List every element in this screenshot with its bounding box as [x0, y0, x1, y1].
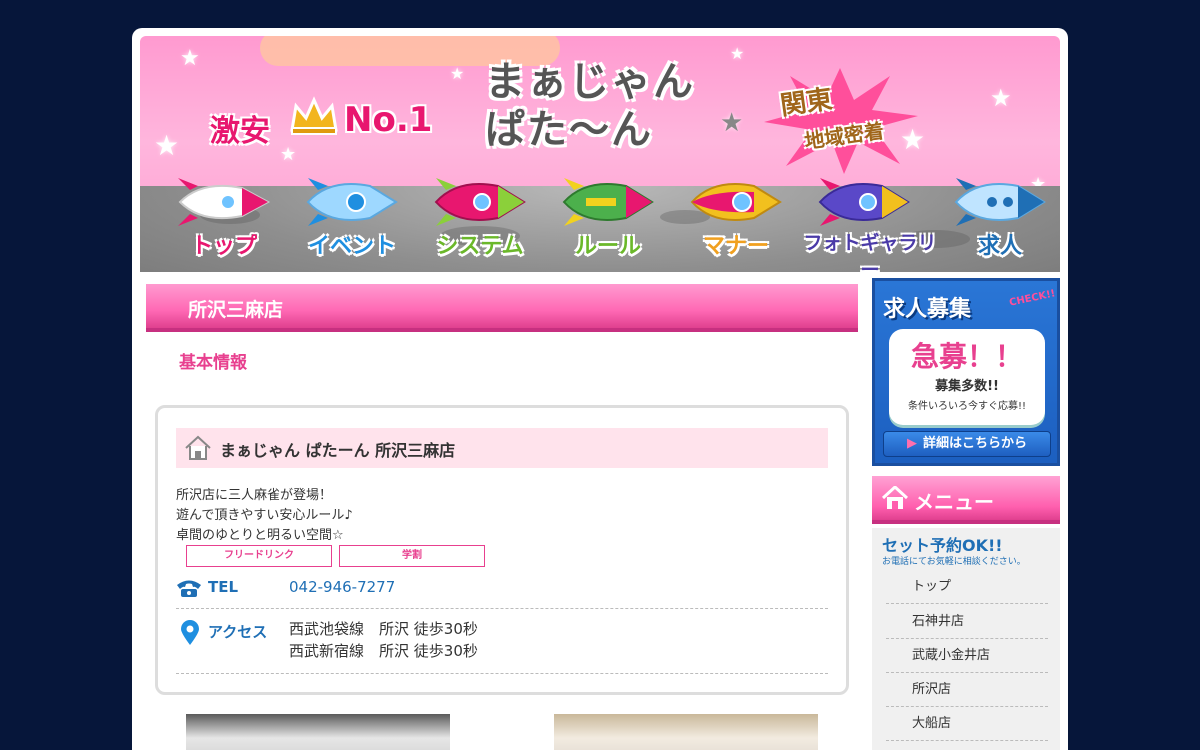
- star-icon: ★: [154, 129, 180, 162]
- page-container: ★ ★ ★ ★ ★ ★ ★ ★ ★ 激安 No.1 まぁじゃん ぱた～ん 関東 …: [132, 28, 1068, 750]
- tel-label: TEL: [208, 578, 239, 596]
- set-reservation-note: お電話にてお気軽に相談ください。: [882, 557, 1026, 567]
- star-icon: ★: [730, 44, 745, 63]
- recruit-urgent: 急募！！: [910, 340, 1023, 373]
- menu-item-ofuna[interactable]: 大船店: [886, 707, 1048, 741]
- menu-header: メニュー: [872, 476, 1060, 524]
- star-icon: ★: [990, 84, 1012, 112]
- basic-info-heading: 基本情報: [179, 353, 247, 373]
- nav-item-top[interactable]: トップ: [162, 166, 286, 266]
- shop-name: まぁじゃん ぱたーん 所沢三麻店: [220, 441, 456, 460]
- menu-item-musashikoganei[interactable]: 武蔵小金井店: [886, 639, 1048, 673]
- rocket-icon: [562, 178, 654, 226]
- tag-student-discount: 学割: [339, 545, 485, 567]
- rocket-icon: [306, 178, 398, 226]
- nav-item-gallery[interactable]: フォトギャラリー: [802, 166, 938, 272]
- rocket-icon: [818, 178, 910, 226]
- tel-value[interactable]: 042-946-7277: [289, 576, 395, 598]
- recruit-conditions: 条件いろいろ今すぐ応募!!: [907, 401, 1027, 412]
- access-value: 西武池袋線 所沢 徒歩30秒 西武新宿線 所沢 徒歩30秒: [289, 620, 478, 660]
- phone-icon: [177, 580, 201, 597]
- main-nav: トップ イベント システム ルール マナー フォトギャラリー 求人: [162, 166, 1046, 272]
- star-icon: ★: [450, 64, 465, 83]
- arrow-right-icon: ▶: [906, 436, 917, 451]
- rocket-icon: [434, 178, 526, 226]
- star-icon: ★: [180, 46, 200, 71]
- menu-title: メニュー: [914, 490, 994, 514]
- shop-name-bar: まぁじゃん ぱたーん 所沢三麻店: [176, 428, 828, 468]
- recruit-details-button[interactable]: ▶ 詳細はこちらから: [883, 431, 1051, 457]
- shop-photo: [554, 714, 818, 750]
- rocket-icon: [178, 178, 271, 226]
- kanto-text: 関東: [778, 84, 835, 122]
- crown-icon: [290, 96, 338, 135]
- nav-item-system[interactable]: システム: [418, 166, 542, 266]
- shop-description: 所沢店に三人麻雀が登場！ 遊んで頂きやすい安心ルール♪ 卓間のゆとりと明るい空間…: [176, 488, 353, 543]
- header-banner: ★ ★ ★ ★ ★ ★ ★ ★ ★ 激安 No.1 まぁじゃん ぱた～ん 関東 …: [140, 36, 1060, 272]
- menu-item-shakujii[interactable]: 石神井店: [886, 605, 1048, 639]
- set-reservation-heading: セット予約OK!!: [882, 536, 1003, 555]
- recruit-title: 求人募集: [883, 297, 972, 322]
- location-pin-icon: [181, 620, 199, 645]
- recruit-banner[interactable]: 求人募集 CHECK!! 急募！！ 募集多数!! 条件いろいろ今すぐ応募!! ▶…: [872, 278, 1060, 466]
- tag-free-drink: フリードリンク: [186, 545, 332, 567]
- page-title: 所沢三麻店: [188, 299, 284, 321]
- rocket-icon: [690, 183, 782, 221]
- star-icon: ★: [280, 144, 297, 165]
- menu-panel: セット予約OK!! お電話にてお気軽に相談ください。 トップ 石神井店 武蔵小金…: [872, 528, 1060, 750]
- cheap-text: 激安: [210, 114, 270, 149]
- page-title-bar: 所沢三麻店: [146, 284, 858, 332]
- menu-item-tokorozawa[interactable]: 所沢店: [886, 673, 1048, 707]
- home-icon: [185, 435, 211, 460]
- nav-item-event[interactable]: イベント: [290, 166, 414, 266]
- nav-item-rule[interactable]: ルール: [546, 166, 670, 266]
- access-label: アクセス: [208, 623, 268, 641]
- recruit-card: 急募！！ 募集多数!! 条件いろいろ今すぐ応募!!: [889, 329, 1045, 425]
- divider: [176, 673, 828, 674]
- home-icon: [882, 486, 908, 509]
- site-logo[interactable]: まぁじゃん ぱた～ん: [485, 58, 695, 154]
- rocket-icon: [954, 178, 1046, 226]
- recruit-check: CHECK!!: [1008, 288, 1057, 309]
- menu-item-top[interactable]: トップ: [886, 570, 1048, 604]
- shop-photo: [186, 714, 450, 750]
- no1-text: No.1: [344, 100, 433, 140]
- star-icon: ★: [720, 108, 744, 138]
- shop-info-box: まぁじゃん ぱたーん 所沢三麻店 所沢店に三人麻雀が登場！ 遊んで頂きやすい安心…: [155, 405, 849, 695]
- nav-item-manner[interactable]: マナー: [674, 166, 798, 266]
- recruit-many: 募集多数!!: [935, 379, 999, 394]
- nav-item-recruit[interactable]: 求人: [938, 166, 1060, 266]
- divider: [176, 608, 828, 609]
